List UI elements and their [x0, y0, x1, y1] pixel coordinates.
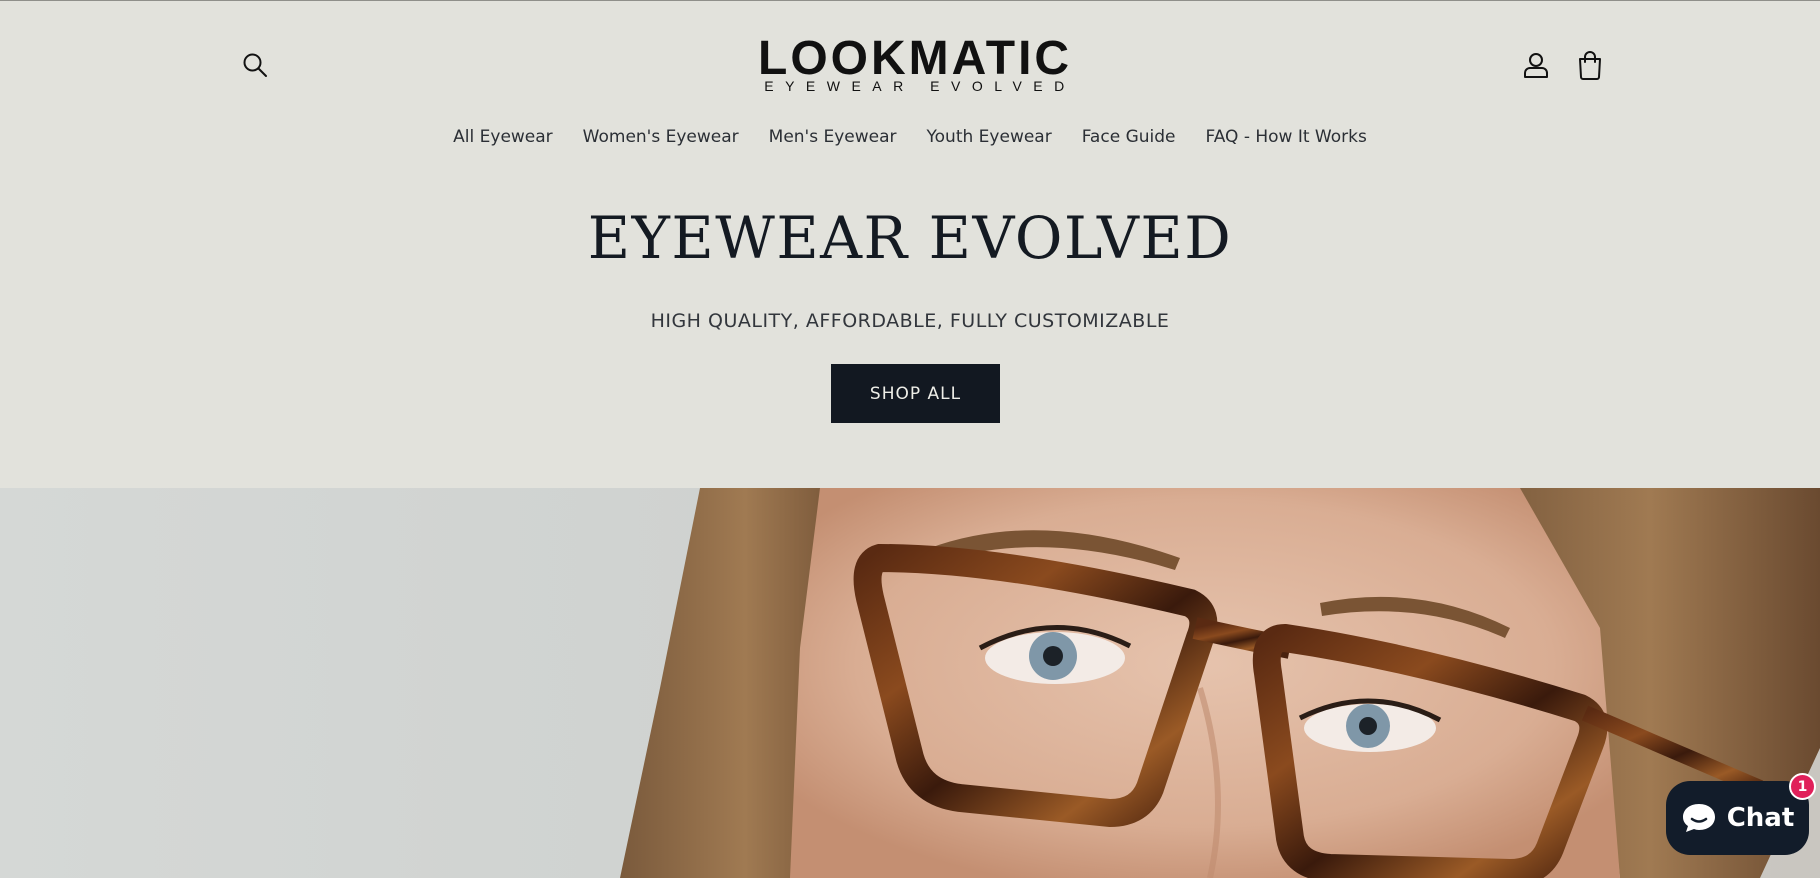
user-icon: [1524, 53, 1548, 78]
nav-womens-eyewear[interactable]: Women's Eyewear: [568, 122, 754, 152]
cart-button[interactable]: [1568, 43, 1612, 87]
logo-tagline: EYEWEAR EVOLVED: [764, 78, 1076, 94]
nav-youth-eyewear[interactable]: Youth Eyewear: [912, 122, 1067, 152]
hero-title: EYEWEAR EVOLVED: [587, 204, 1233, 272]
site-header: LOOKMATIC EYEWEAR EVOLVED All Eyewear Wo…: [0, 0, 1820, 160]
logo-wordmark: LOOKMATIC: [758, 32, 1073, 85]
search-button[interactable]: [233, 43, 277, 87]
account-button[interactable]: [1514, 43, 1558, 87]
brand-logo[interactable]: LOOKMATIC EYEWEAR EVOLVED: [752, 32, 1078, 96]
chat-notification-badge: 1: [1789, 773, 1816, 800]
chat-label: Chat: [1726, 803, 1795, 833]
nav-mens-eyewear[interactable]: Men's Eyewear: [754, 122, 912, 152]
bag-icon: [1579, 51, 1601, 80]
chat-button[interactable]: Chat: [1666, 781, 1809, 855]
nav-all-eyewear[interactable]: All Eyewear: [438, 122, 568, 152]
shop-all-button[interactable]: SHOP ALL: [831, 364, 1000, 423]
nav-faq[interactable]: FAQ - How It Works: [1190, 122, 1381, 152]
hero-subtitle: HIGH QUALITY, AFFORDABLE, FULLY CUSTOMIZ…: [650, 310, 1170, 332]
search-icon: [243, 53, 267, 77]
main-navigation: All Eyewear Women's Eyewear Men's Eyewea…: [0, 122, 1820, 152]
hero-image: [0, 488, 1820, 878]
nav-face-guide[interactable]: Face Guide: [1067, 122, 1191, 152]
chat-bubble-icon: [1682, 804, 1715, 832]
